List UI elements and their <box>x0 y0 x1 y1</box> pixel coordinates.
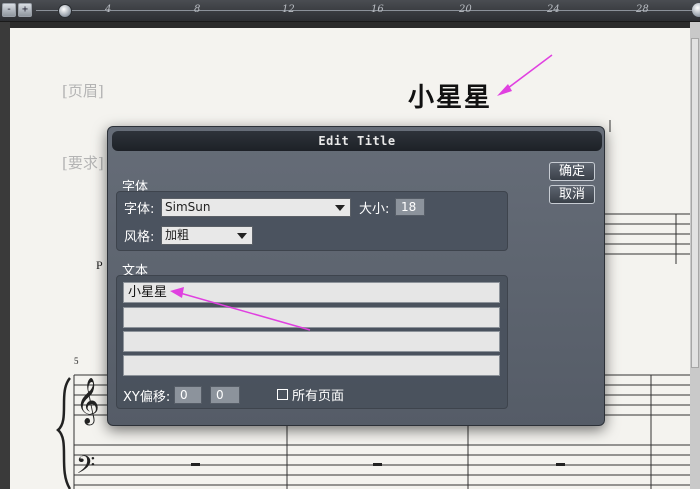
style-select-value: 加粗 <box>165 228 190 242</box>
text-line-4[interactable] <box>123 355 500 376</box>
text-line-2[interactable] <box>123 307 500 328</box>
size-input[interactable]: 18 <box>395 198 425 216</box>
font-select[interactable]: SimSun <box>161 198 351 217</box>
style-select[interactable]: 加粗 <box>161 226 253 245</box>
text-line-1[interactable]: 小星星 <box>123 282 500 303</box>
font-group: 字体: SimSun 大小: 18 风格: 加粗 <box>116 191 508 251</box>
size-label: 大小: <box>359 202 390 217</box>
font-select-value: SimSun <box>165 200 211 214</box>
style-label: 风格: <box>124 230 155 245</box>
chevron-down-icon <box>237 233 247 239</box>
ok-button[interactable]: 确定 <box>549 162 595 181</box>
chevron-down-icon <box>335 205 345 211</box>
svg-text:𝄢: 𝄢 <box>76 451 95 486</box>
cancel-button[interactable]: 取消 <box>549 185 595 204</box>
all-pages-checkbox[interactable] <box>277 389 288 400</box>
text-line-3[interactable] <box>123 331 500 352</box>
y-offset-input[interactable]: 0 <box>210 386 240 404</box>
edit-title-dialog: Edit Title 确定 取消 字体 字体: SimSun 大小: 18 风格… <box>107 126 605 426</box>
xy-offset-label: XY偏移: <box>123 390 171 405</box>
font-label: 字体: <box>124 202 155 217</box>
all-pages-label[interactable]: 所有页面 <box>292 385 344 404</box>
dialog-title: Edit Title <box>112 131 602 151</box>
svg-text:𝄞: 𝄞 <box>76 378 100 426</box>
x-offset-input[interactable]: 0 <box>174 386 202 404</box>
